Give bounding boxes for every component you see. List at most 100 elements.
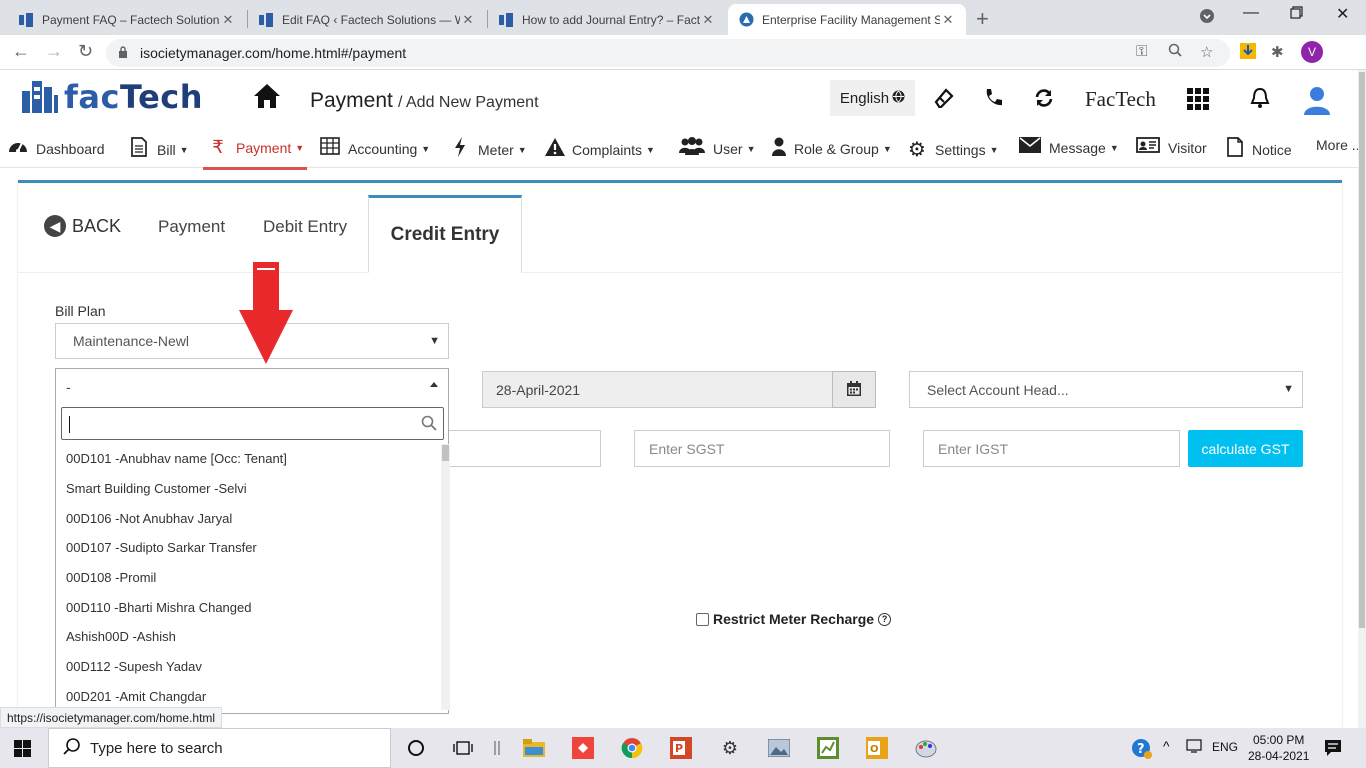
file-explorer-icon[interactable] <box>522 737 546 759</box>
user-avatar-icon[interactable] <box>1303 85 1331 121</box>
forward-arrow-icon[interactable]: → <box>45 41 63 62</box>
dropdown-option[interactable]: 00D107 -Sudipto Sarkar Transfer <box>56 533 442 563</box>
address-bar[interactable]: isocietymanager.com/home.html#/payment <box>106 39 1230 67</box>
reload-icon[interactable]: ↻ <box>78 41 93 62</box>
bookmark-star-icon[interactable]: ☆ <box>1200 43 1213 61</box>
brand-name[interactable]: FacTech <box>1085 87 1156 112</box>
close-window-icon[interactable]: ✕ <box>1336 4 1349 24</box>
back-button[interactable]: ◀ BACK <box>44 215 121 237</box>
language-indicator[interactable]: ENG <box>1212 740 1238 754</box>
nav-message[interactable]: Message ▼ <box>1019 137 1119 158</box>
nav-complaints[interactable]: Complaints ▼ <box>544 137 655 162</box>
minimize-icon[interactable]: — <box>1243 4 1259 22</box>
back-arrow-icon[interactable]: ← <box>12 41 30 62</box>
close-tab-icon[interactable]: ✕ <box>220 12 236 28</box>
windows-taskbar: Type here to search P ⚙ O ? ^ ENG 05:00 … <box>0 728 1366 768</box>
help-tray-icon[interactable]: ? <box>1131 738 1153 763</box>
restrict-meter-recharge[interactable]: Restrict Meter Recharge ? <box>696 611 892 627</box>
system-clock[interactable]: 05:00 PM 28-04-2021 <box>1248 732 1309 764</box>
windows-start-icon[interactable] <box>14 740 31 760</box>
tab-payment[interactable]: Payment <box>158 217 225 237</box>
browser-tab-1[interactable]: Payment FAQ – Factech Solutions ✕ <box>8 4 246 35</box>
dropdown-search-input[interactable] <box>61 407 444 440</box>
refresh-icon[interactable] <box>1034 88 1054 114</box>
dropdown-option[interactable]: 00D110 -Bharti Mishra Changed <box>56 592 442 622</box>
restrict-checkbox[interactable] <box>696 612 709 626</box>
dropdown-option[interactable]: 00D106 -Not Anubhav Jaryal <box>56 503 442 533</box>
dropdown-option[interactable]: 00D112 -Supesh Yadav <box>56 652 442 682</box>
key-icon[interactable]: ⚿ <box>1136 43 1147 60</box>
settings-gear-icon[interactable]: ⚙ <box>718 737 742 759</box>
igst-input[interactable]: Enter IGST <box>923 430 1180 467</box>
new-tab-icon[interactable]: + <box>976 6 989 32</box>
chrome-icon[interactable] <box>620 737 644 759</box>
dropdown-scrollbar[interactable] <box>441 444 450 710</box>
help-icon[interactable]: ? <box>878 612 892 626</box>
tab-credit-entry[interactable]: Credit Entry <box>368 195 522 273</box>
nav-meter[interactable]: Meter ▼ <box>450 137 527 162</box>
app-header: facTech Payment / Add New Payment Englis… <box>0 70 1358 128</box>
date-input[interactable]: 28-April-2021 <box>482 371 833 408</box>
nav-user[interactable]: User ▼ <box>679 137 755 160</box>
page-scrollbar[interactable] <box>1358 70 1366 728</box>
dropdown-option[interactable]: Ashish00D -Ashish <box>56 622 442 652</box>
nav-bill[interactable]: Bill ▼ <box>129 137 189 162</box>
apps-grid-icon[interactable] <box>1187 88 1209 116</box>
browser-tab-title: Enterprise Facility Management S <box>762 12 940 27</box>
dropdown-scroll-thumb[interactable] <box>442 445 449 461</box>
page-scroll-thumb[interactable] <box>1359 72 1365 628</box>
browser-tab-4-active[interactable]: Enterprise Facility Management S ✕ <box>728 4 966 35</box>
tab-debit-entry[interactable]: Debit Entry <box>263 217 347 237</box>
home-icon[interactable] <box>252 82 282 113</box>
browser-tab-3[interactable]: How to add Journal Entry? – Fact ✕ <box>488 4 726 35</box>
paint-icon[interactable] <box>914 737 938 759</box>
extensions-puzzle-icon[interactable]: ✱ <box>1271 43 1284 61</box>
anydesk-icon[interactable] <box>571 737 595 759</box>
close-tab-icon[interactable]: ✕ <box>700 12 716 28</box>
calendar-button[interactable] <box>832 371 876 408</box>
page-subtitle: / Add New Payment <box>398 94 539 111</box>
chevron-down-icon: ▼ <box>429 335 440 347</box>
nav-role-group[interactable]: Role & Group ▼ <box>772 137 892 161</box>
language-selector[interactable]: English <box>830 80 915 116</box>
nav-payment[interactable]: ₹ Payment ▼ <box>208 137 304 158</box>
dropdown-option[interactable]: Smart Building Customer -Selvi <box>56 474 442 504</box>
tray-chevron-up-icon[interactable]: ^ <box>1163 738 1170 754</box>
cortana-icon[interactable] <box>404 737 428 759</box>
dropdown-option[interactable]: 00D108 -Promil <box>56 563 442 593</box>
nav-notice[interactable]: Notice <box>1226 137 1292 162</box>
ticket-icon[interactable] <box>932 88 954 114</box>
factech-logo[interactable]: facTech <box>22 78 203 116</box>
zoom-icon[interactable] <box>1168 43 1182 61</box>
nav-dashboard[interactable]: Dashboard <box>8 137 105 160</box>
chart-app-icon[interactable] <box>816 737 840 759</box>
nav-visitor[interactable]: Visitor <box>1136 137 1207 158</box>
notifications-icon[interactable] <box>1324 739 1342 760</box>
task-view-icon[interactable] <box>451 737 475 759</box>
nav-label: Notice <box>1252 141 1292 158</box>
close-tab-icon[interactable]: ✕ <box>940 12 956 28</box>
tab-search-icon[interactable] <box>1199 8 1215 29</box>
profile-avatar[interactable]: V <box>1301 41 1323 63</box>
calculate-gst-button[interactable]: calculate GST <box>1188 430 1303 467</box>
dropdown-option[interactable]: 00D101 -Anubhav name [Occ: Tenant] <box>56 444 442 474</box>
sgst-input[interactable]: Enter SGST <box>634 430 890 467</box>
member-select[interactable]: - <box>55 368 449 404</box>
restore-icon[interactable] <box>1290 6 1303 24</box>
browser-tab-title: Payment FAQ – Factech Solutions <box>42 12 220 27</box>
bell-icon[interactable] <box>1250 87 1270 115</box>
powerpoint-icon[interactable]: P <box>669 737 693 759</box>
photos-app-icon[interactable] <box>767 737 791 759</box>
account-head-select[interactable]: Select Account Head... ▼ <box>909 371 1303 408</box>
outlook-icon[interactable]: O <box>865 737 889 759</box>
extension-download-icon[interactable] <box>1240 43 1256 63</box>
network-icon[interactable] <box>1186 738 1204 757</box>
close-tab-icon[interactable]: ✕ <box>460 12 476 28</box>
taskbar-search[interactable]: Type here to search <box>48 728 391 768</box>
browser-tab-2[interactable]: Edit FAQ ‹ Factech Solutions — W ✕ <box>248 4 486 35</box>
nav-accounting[interactable]: Accounting ▼ <box>320 137 430 160</box>
nav-settings[interactable]: ⚙ Settings ▼ <box>907 137 998 162</box>
factech-favicon-icon <box>498 12 514 28</box>
phone-icon[interactable] <box>984 88 1002 114</box>
nav-more[interactable]: More .. <box>1316 137 1360 153</box>
